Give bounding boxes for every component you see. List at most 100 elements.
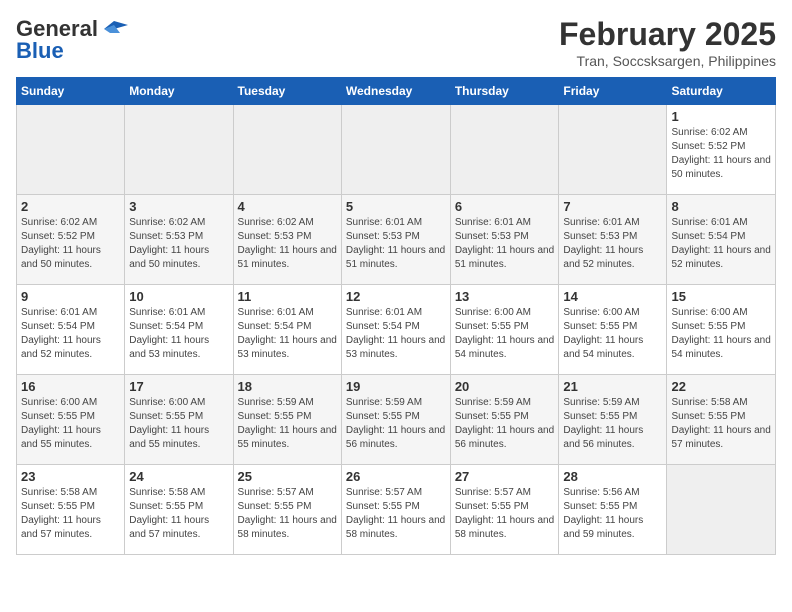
day-info: Sunrise: 6:01 AM Sunset: 5:54 PM Dayligh…: [21, 306, 120, 362]
calendar-cell: 19 Sunrise: 5:59 AM Sunset: 5:55 PM Dayli…: [341, 375, 450, 465]
day-number: 26: [346, 469, 446, 484]
title-block: February 2025 Tran, Soccsksargen, Philip…: [559, 16, 776, 69]
day-number: 5: [346, 199, 446, 214]
calendar-cell: 4 Sunrise: 6:02 AM Sunset: 5:53 PM Daylig…: [233, 195, 341, 285]
day-info: Sunrise: 5:59 AM Sunset: 5:55 PM Dayligh…: [346, 396, 446, 452]
calendar-cell: 16 Sunrise: 6:00 AM Sunset: 5:55 PM Dayli…: [17, 375, 125, 465]
day-number: 17: [129, 379, 228, 394]
day-info: Sunrise: 6:01 AM Sunset: 5:54 PM Dayligh…: [346, 306, 446, 362]
day-number: 3: [129, 199, 228, 214]
logo: General Blue: [16, 16, 128, 64]
day-number: 24: [129, 469, 228, 484]
day-info: Sunrise: 6:01 AM Sunset: 5:54 PM Dayligh…: [238, 306, 337, 362]
weekday-header-sunday: Sunday: [17, 78, 125, 105]
calendar-table: SundayMondayTuesdayWednesdayThursdayFrid…: [16, 77, 776, 555]
day-number: 27: [455, 469, 555, 484]
month-title: February 2025: [559, 16, 776, 53]
day-info: Sunrise: 6:01 AM Sunset: 5:53 PM Dayligh…: [346, 216, 446, 272]
calendar-cell: 14Sunrise: 6:00 AM Sunset: 5:55 PM Dayli…: [559, 285, 667, 375]
calendar-cell: 23Sunrise: 5:58 AM Sunset: 5:55 PM Dayli…: [17, 465, 125, 555]
day-info: Sunrise: 5:57 AM Sunset: 5:55 PM Dayligh…: [455, 486, 555, 542]
day-number: 28: [563, 469, 662, 484]
day-number: 9: [21, 289, 120, 304]
day-number: 19: [346, 379, 446, 394]
calendar-cell: 5 Sunrise: 6:01 AM Sunset: 5:53 PM Daylig…: [341, 195, 450, 285]
calendar-cell: [17, 105, 125, 195]
day-number: 18: [238, 379, 337, 394]
day-info: Sunrise: 5:59 AM Sunset: 5:55 PM Dayligh…: [238, 396, 337, 452]
day-number: 20: [455, 379, 555, 394]
day-number: 12: [346, 289, 446, 304]
day-number: 25: [238, 469, 337, 484]
calendar-header-row: SundayMondayTuesdayWednesdayThursdayFrid…: [17, 78, 776, 105]
day-number: 1: [671, 109, 771, 124]
day-info: Sunrise: 6:01 AM Sunset: 5:54 PM Dayligh…: [671, 216, 771, 272]
calendar-cell: [450, 105, 559, 195]
day-info: Sunrise: 6:01 AM Sunset: 5:53 PM Dayligh…: [563, 216, 662, 272]
calendar-week-row: 23 Sunrise: 5:58 AM Sunset: 5:55 PM Dayli…: [17, 465, 776, 555]
logo-bird-icon: [100, 19, 128, 39]
calendar-cell: 11 Sunrise: 6:01 AM Sunset: 5:54 PM Dayli…: [233, 285, 341, 375]
calendar-cell: 26 Sunrise: 5:57 AM Sunset: 5:55 PM Dayli…: [341, 465, 450, 555]
day-number: 14: [563, 289, 662, 304]
calendar-cell: 12 Sunrise: 6:01 AM Sunset: 5:54 PM Dayli…: [341, 285, 450, 375]
calendar-cell: 7 Sunrise: 6:01 AM Sunset: 5:53 PM Daylig…: [559, 195, 667, 285]
calendar-cell: [233, 105, 341, 195]
day-number: 7: [563, 199, 662, 214]
weekday-header-tuesday: Tuesday: [233, 78, 341, 105]
day-info: Sunrise: 6:01 AM Sunset: 5:54 PM Dayligh…: [129, 306, 228, 362]
day-number: 15: [671, 289, 771, 304]
day-number: 22: [671, 379, 771, 394]
weekday-header-monday: Monday: [125, 78, 233, 105]
day-info: Sunrise: 5:57 AM Sunset: 5:55 PM Dayligh…: [346, 486, 446, 542]
day-info: Sunrise: 6:00 AM Sunset: 5:55 PM Dayligh…: [21, 396, 120, 452]
calendar-header: SundayMondayTuesdayWednesdayThursdayFrid…: [17, 78, 776, 105]
day-info: Sunrise: 6:00 AM Sunset: 5:55 PM Dayligh…: [129, 396, 228, 452]
calendar-cell: 17 Sunrise: 6:00 AM Sunset: 5:55 PM Dayli…: [125, 375, 233, 465]
calendar-cell: 24 Sunrise: 5:58 AM Sunset: 5:55 PM Dayli…: [125, 465, 233, 555]
calendar-body: 1 Sunrise: 6:02 AM Sunset: 5:52 PM Daylig…: [17, 105, 776, 555]
day-info: Sunrise: 6:00 AM Sunset: 5:55 PM Dayligh…: [455, 306, 555, 362]
calendar-week-row: 1Sunrise: 6:02 AM Sunset: 5:52 PM Daylig…: [17, 105, 776, 195]
day-number: 10: [129, 289, 228, 304]
logo-blue-text: Blue: [16, 38, 64, 64]
calendar-cell: 10 Sunrise: 6:01 AM Sunset: 5:54 PM Dayli…: [125, 285, 233, 375]
day-number: 16: [21, 379, 120, 394]
day-number: 4: [238, 199, 337, 214]
day-number: 8: [671, 199, 771, 214]
calendar-cell: 8 Sunrise: 6:01 AM Sunset: 5:54 PM Daylig…: [667, 195, 776, 285]
day-info: Sunrise: 5:57 AM Sunset: 5:55 PM Dayligh…: [238, 486, 337, 542]
weekday-header-wednesday: Wednesday: [341, 78, 450, 105]
calendar-week-row: 9 Sunrise: 6:01 AM Sunset: 5:54 PM Daylig…: [17, 285, 776, 375]
weekday-header-saturday: Saturday: [667, 78, 776, 105]
calendar-cell: 28 Sunrise: 5:56 AM Sunset: 5:55 PM Dayli…: [559, 465, 667, 555]
day-info: Sunrise: 6:02 AM Sunset: 5:52 PM Dayligh…: [21, 216, 120, 272]
calendar-cell: 18 Sunrise: 5:59 AM Sunset: 5:55 PM Dayli…: [233, 375, 341, 465]
calendar-cell: 15 Sunrise: 6:00 AM Sunset: 5:55 PM Dayli…: [667, 285, 776, 375]
day-info: Sunrise: 6:02 AM Sunset: 5:53 PM Dayligh…: [238, 216, 337, 272]
day-number: 11: [238, 289, 337, 304]
day-info: Sunrise: 5:58 AM Sunset: 5:55 PM Dayligh…: [129, 486, 228, 542]
calendar-cell: 6 Sunrise: 6:01 AM Sunset: 5:53 PM Daylig…: [450, 195, 559, 285]
calendar-week-row: 16 Sunrise: 6:00 AM Sunset: 5:55 PM Dayli…: [17, 375, 776, 465]
calendar-cell: 2 Sunrise: 6:02 AM Sunset: 5:52 PM Daylig…: [17, 195, 125, 285]
calendar-cell: 25 Sunrise: 5:57 AM Sunset: 5:55 PM Dayli…: [233, 465, 341, 555]
calendar-cell: 27 Sunrise: 5:57 AM Sunset: 5:55 PM Dayli…: [450, 465, 559, 555]
location: Tran, Soccsksargen, Philippines: [559, 53, 776, 69]
calendar-cell: [667, 465, 776, 555]
day-info: Sunrise: 6:00 AM Sunset: 5:55 PM Dayligh…: [671, 306, 771, 362]
day-info: Sunrise: 6:02 AM Sunset: 5:53 PM Dayligh…: [129, 216, 228, 272]
day-info: Sunrise: 5:56 AM Sunset: 5:55 PM Dayligh…: [563, 486, 662, 542]
day-number: 23: [21, 469, 120, 484]
weekday-header-thursday: Thursday: [450, 78, 559, 105]
calendar-cell: 21Sunrise: 5:59 AM Sunset: 5:55 PM Dayli…: [559, 375, 667, 465]
day-info: Sunrise: 5:58 AM Sunset: 5:55 PM Dayligh…: [671, 396, 771, 452]
calendar-cell: [341, 105, 450, 195]
page-header: General Blue February 2025 Tran, Soccsks…: [16, 16, 776, 69]
calendar-cell: 22 Sunrise: 5:58 AM Sunset: 5:55 PM Dayli…: [667, 375, 776, 465]
day-info: Sunrise: 5:59 AM Sunset: 5:55 PM Dayligh…: [455, 396, 555, 452]
day-number: 2: [21, 199, 120, 214]
day-info: Sunrise: 6:01 AM Sunset: 5:53 PM Dayligh…: [455, 216, 555, 272]
calendar-cell: 13Sunrise: 6:00 AM Sunset: 5:55 PM Dayli…: [450, 285, 559, 375]
day-number: 6: [455, 199, 555, 214]
